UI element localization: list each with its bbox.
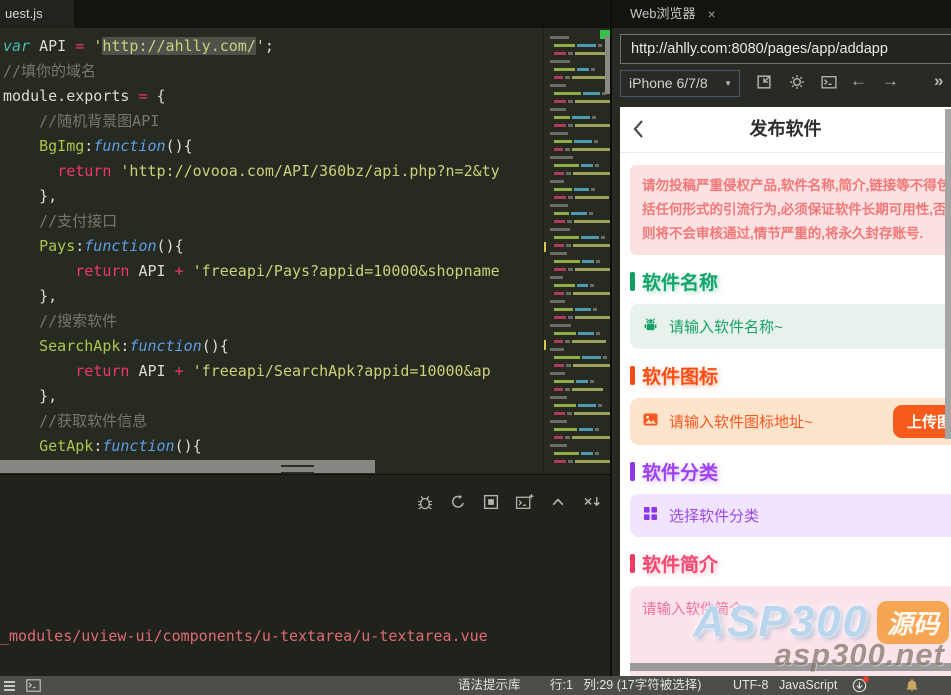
browser-tab-bar: Web浏览器 ×: [612, 0, 951, 28]
chevron-down-icon: ▼: [724, 79, 732, 88]
device-select[interactable]: iPhone 6/7/8 ▼: [620, 70, 740, 97]
browser-tab[interactable]: Web浏览器 ×: [630, 0, 716, 28]
minimap-warning-tick: [544, 242, 546, 252]
console-toolbar: [416, 493, 602, 511]
menu-icon[interactable]: [4, 679, 15, 691]
app-icon-url-input[interactable]: 请输入软件图标地址~ 上传图片: [630, 398, 951, 446]
preview-vertical-scrollbar[interactable]: [945, 109, 951, 439]
app-icon-placeholder: 请输入软件图标地址~: [669, 414, 813, 432]
page-header: 发布软件: [620, 107, 951, 153]
section-header-intro: 软件简介: [630, 550, 951, 577]
terminal-icon[interactable]: [26, 679, 41, 695]
forward-icon[interactable]: →: [882, 71, 899, 91]
hbuilderx-window: uest.js var API = 'http://ahlly.com/';//…: [0, 0, 951, 695]
editor-tab-bar: uest.js: [0, 0, 612, 28]
code-editor[interactable]: var API = 'http://ahlly.com/';//填你的域名 mod…: [0, 28, 612, 474]
console-output-line[interactable]: _modules/uview-ui/components/u-textarea/…: [0, 625, 488, 648]
url-input[interactable]: http://ahlly.com:8080/pages/app/addapp: [620, 34, 951, 64]
category-placeholder: 选择软件分类: [669, 508, 760, 526]
category-select[interactable]: 选择软件分类: [630, 494, 951, 538]
page-preview: 发布软件 请勿投稿严重侵权产品,软件名称,简介,链接等不得包括任何形式的引流行为…: [620, 107, 951, 676]
panel-resize-grip[interactable]: [281, 465, 314, 474]
section-header-name: 软件名称: [630, 268, 951, 295]
code-text[interactable]: var API = 'http://ahlly.com/';//填你的域名 mod…: [3, 34, 541, 462]
image-icon: [642, 411, 659, 432]
back-icon[interactable]: ←: [850, 71, 867, 91]
app-name-input[interactable]: 请输入软件名称~: [630, 304, 951, 350]
page-title: 发布软件: [749, 119, 822, 139]
editor-horizontal-scrollbar[interactable]: [0, 460, 375, 473]
section-title: 软件简介: [642, 555, 719, 577]
more-tools-icon[interactable]: »: [934, 71, 943, 91]
app-name-placeholder: 请输入软件名称~: [669, 319, 783, 337]
section-title: 软件图标: [642, 367, 719, 389]
intro-placeholder: 请输入软件简介~: [642, 602, 752, 619]
back-chevron-icon[interactable]: [628, 117, 650, 146]
open-external-icon[interactable]: [755, 73, 773, 96]
new-terminal-icon[interactable]: [515, 493, 534, 511]
grid-icon: [642, 505, 659, 526]
status-bar: 语法提示库 行:1 列:29 (17字符被选择) UTF-8 JavaScrip…: [0, 676, 951, 695]
encoding-status[interactable]: UTF-8: [733, 676, 768, 695]
syntax-hint-status[interactable]: 语法提示库: [458, 676, 521, 695]
close-icon[interactable]: ×: [708, 0, 716, 28]
language-status[interactable]: JavaScript: [779, 676, 837, 695]
minimap-warning-tick: [544, 340, 546, 350]
restart-icon[interactable]: [449, 493, 467, 511]
upload-image-button[interactable]: 上传图片: [892, 405, 951, 439]
section-header-category: 软件分类: [630, 458, 951, 485]
device-select-value: iPhone 6/7/8: [629, 75, 708, 91]
update-icon[interactable]: [852, 676, 869, 695]
collapse-panel-icon[interactable]: [549, 493, 567, 511]
stop-icon[interactable]: [482, 493, 500, 511]
section-title: 软件分类: [642, 463, 719, 485]
gear-icon[interactable]: [788, 73, 806, 96]
preview-horizontal-scrollbar[interactable]: [630, 663, 951, 671]
editor-minimap[interactable]: [543, 28, 622, 470]
console-panel: _modules/uview-ui/components/u-textarea/…: [0, 474, 612, 677]
section-header-icon: 软件图标: [630, 362, 951, 389]
debug-icon[interactable]: [416, 493, 434, 511]
notification-dot: [863, 676, 869, 682]
browser-panel: Web浏览器 × http://ahlly.com:8080/pages/app…: [612, 0, 951, 676]
android-icon: [642, 316, 659, 337]
cursor-position-status[interactable]: 行:1 列:29 (17字符被选择): [550, 676, 701, 695]
terminal-icon[interactable]: [820, 73, 838, 96]
section-title: 软件名称: [642, 273, 719, 295]
browser-tab-label: Web浏览器: [630, 6, 696, 21]
bell-icon[interactable]: [905, 678, 919, 695]
clear-console-icon[interactable]: [582, 493, 602, 511]
warning-notice: 请勿投稿严重侵权产品,软件名称,简介,链接等不得包括任何形式的引流行为,必须保证…: [630, 165, 951, 256]
editor-tab-request-js[interactable]: uest.js: [0, 0, 74, 28]
